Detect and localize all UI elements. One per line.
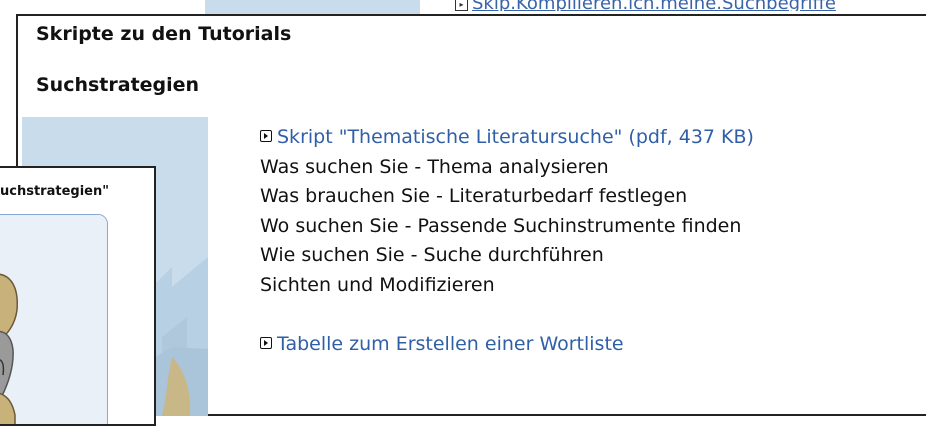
search-strategies-popup: uchstrategien" [0,166,156,426]
bullet-arrow-icon [260,130,272,142]
list-item: Wo suchen Sie - Passende Suchinstrumente… [260,214,742,237]
character-illustration [0,215,107,424]
bullet-arrow-icon: ▸ [455,0,468,11]
section-title: Suchstrategien [36,74,200,96]
popup-title: Skripte zu den Tutorials [36,23,292,45]
table-link-row[interactable]: Tabelle zum Erstellen einer Wortliste [260,330,754,360]
bullet-arrow-icon [260,337,272,350]
list-item: Sichten und Modifizieren [260,273,495,296]
list-item: Wie suchen Sie - Suche durchführen [260,244,604,267]
list-item: Was brauchen Sie - Literaturbedarf festl… [260,185,688,208]
word-list-table-link[interactable]: Tabelle zum Erstellen einer Wortliste [277,333,624,355]
popup2-title: uchstrategien" [0,184,109,199]
list-item: Was suchen Sie - Thema analysieren [260,155,609,178]
script-link-row[interactable]: Skript "Thematische Literatursuche" (pdf… [260,123,754,153]
popup2-card [0,214,108,424]
background-link[interactable]: ▸ Skip.Kompilieren.ich.meine.Suchbegriffe [455,0,836,11]
script-pdf-link[interactable]: Skript "Thematische Literatursuche" (pdf… [277,126,754,148]
script-content-list: Skript "Thematische Literatursuche" (pdf… [260,123,754,360]
